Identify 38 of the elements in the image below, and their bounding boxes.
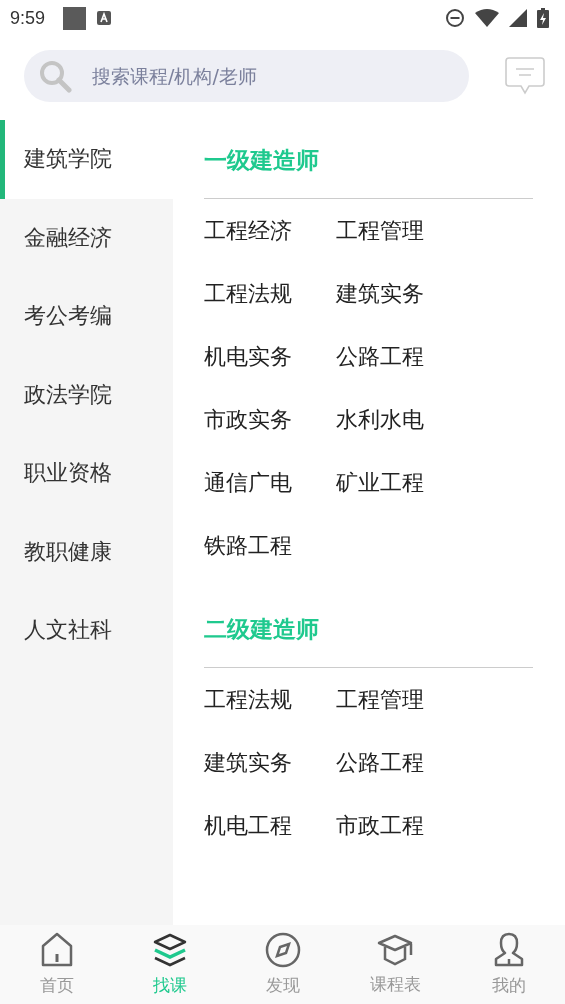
section-title: 一级建造师 xyxy=(204,140,533,199)
course-link[interactable]: 工程管理 xyxy=(336,211,424,274)
course-link[interactable]: 机电工程 xyxy=(204,806,292,869)
course-link[interactable]: 工程经济 xyxy=(204,211,292,274)
person-icon[interactable] xyxy=(492,932,525,968)
course-link[interactable]: 通信广电 xyxy=(204,463,292,526)
course-link[interactable]: 市政实务 xyxy=(204,400,292,463)
category-tab[interactable]: 考公考编 xyxy=(0,277,173,356)
course-link[interactable]: 市政工程 xyxy=(336,806,424,869)
course-link[interactable]: 公路工程 xyxy=(336,743,424,806)
course-link[interactable]: 矿业工程 xyxy=(336,463,424,526)
course-link[interactable]: 建筑实务 xyxy=(336,274,424,337)
course-link[interactable]: 工程法规 xyxy=(204,274,292,337)
search-field[interactable]: 搜索课程/机构/老师 xyxy=(24,50,469,102)
battery-icon xyxy=(537,8,549,28)
category-tab[interactable]: 建筑学院 xyxy=(0,120,173,199)
graduation-cap-icon[interactable] xyxy=(376,933,415,967)
course-link[interactable]: 水利水电 xyxy=(336,400,424,463)
status-time: 9:59 xyxy=(10,7,46,29)
category-tab[interactable]: 教职健康 xyxy=(0,512,173,591)
course-link[interactable]: 机电实务 xyxy=(204,337,292,400)
category-tab[interactable]: 政法学院 xyxy=(0,355,173,434)
course-link[interactable]: 建筑实务 xyxy=(204,743,292,806)
category-tab[interactable]: 人文社科 xyxy=(0,591,173,670)
course-link[interactable]: 公路工程 xyxy=(336,337,424,400)
course-link[interactable]: 工程管理 xyxy=(336,680,424,743)
compass-icon[interactable] xyxy=(264,932,301,968)
category-tab[interactable]: 金融经济 xyxy=(0,198,173,277)
search-icon xyxy=(38,59,72,93)
section-title: 二级建造师 xyxy=(204,609,533,668)
signal-icon xyxy=(509,9,527,27)
wifi-icon xyxy=(475,9,499,27)
course-link[interactable]: 铁路工程 xyxy=(204,526,292,589)
category-tab[interactable]: 职业资格 xyxy=(0,434,173,513)
home-icon[interactable] xyxy=(39,932,74,968)
course-link[interactable]: 工程法规 xyxy=(204,680,292,743)
do-not-disturb-icon xyxy=(445,8,465,28)
layers-icon[interactable] xyxy=(151,932,188,968)
